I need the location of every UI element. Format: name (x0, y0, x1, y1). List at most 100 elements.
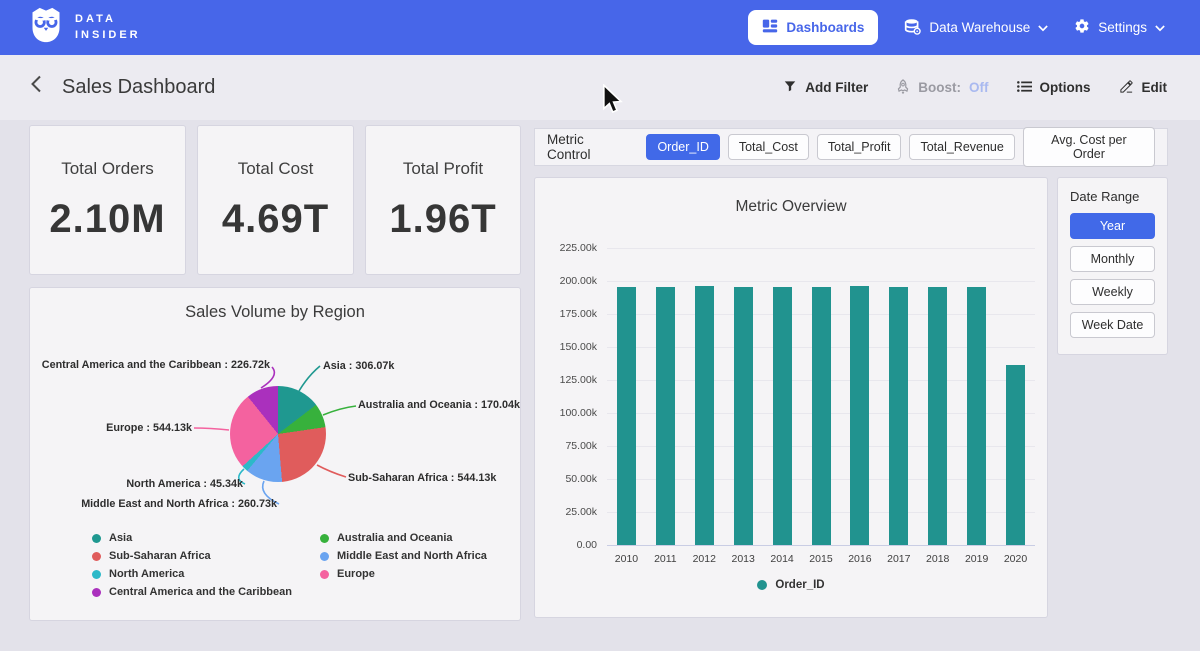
legend-dot (320, 570, 329, 579)
pie-label-europe: Europe : 544.13k (106, 422, 192, 434)
bar-2016[interactable] (850, 286, 869, 545)
nav-data-warehouse-button[interactable]: Data Warehouse (904, 18, 1048, 38)
bar-2011[interactable] (656, 287, 675, 545)
y-axis-tick: 75.00k (565, 440, 597, 452)
owl-logo-icon (28, 6, 64, 49)
bar-2015[interactable] (812, 287, 831, 545)
date-range-year-button[interactable]: Year (1070, 213, 1155, 239)
date-range-monthly-button[interactable]: Monthly (1070, 246, 1155, 272)
app-window: DATA INSIDER Dashboards (0, 0, 1200, 651)
gridline (607, 281, 1035, 282)
metric-button-total-cost[interactable]: Total_Cost (728, 134, 809, 160)
pie-legend-item: Middle East and North Africa (320, 550, 500, 562)
metric-button-avg-cost-per-order[interactable]: Avg. Cost per Order (1023, 127, 1155, 167)
bar-2014[interactable] (773, 287, 792, 545)
pie-label-north-america: North America : 45.34k (126, 478, 243, 490)
pie-legend-item: Australia and Oceania (320, 532, 500, 544)
x-axis-tick: 2020 (996, 553, 1035, 565)
kpi-value: 4.69T (222, 197, 329, 242)
pie-chart-legend: Asia Sub-Saharan Africa North America Centr… (92, 532, 500, 598)
options-button[interactable]: Options (1017, 80, 1091, 96)
edit-button[interactable]: Edit (1119, 79, 1168, 97)
pie-legend-item: Europe (320, 568, 500, 580)
bar-2019[interactable] (967, 287, 986, 545)
x-axis-tick: 2019 (957, 553, 996, 565)
y-axis-tick: 0.00 (577, 539, 597, 551)
pie-chart[interactable] (230, 386, 326, 482)
pie-label-asia: Asia : 306.07k (323, 360, 394, 372)
add-filter-button[interactable]: Add Filter (783, 79, 868, 96)
date-range-label: Date Range (1070, 189, 1155, 204)
bar-2018[interactable] (928, 287, 947, 545)
x-axis-tick: 2018 (918, 553, 957, 565)
y-axis-tick: 150.00k (560, 341, 597, 353)
y-axis-tick: 100.00k (560, 407, 597, 419)
pie-chart-title: Sales Volume by Region (30, 303, 520, 322)
options-list-icon (1017, 80, 1032, 96)
nav-data-warehouse-label: Data Warehouse (929, 20, 1030, 35)
y-axis-tick: 175.00k (560, 308, 597, 320)
legend-dot (320, 552, 329, 561)
boost-label: Boost: (918, 80, 961, 95)
kpi-value: 2.10M (49, 197, 165, 242)
legend-dot (92, 534, 101, 543)
bar-2013[interactable] (734, 287, 753, 545)
app-logo[interactable]: DATA INSIDER (28, 6, 141, 49)
legend-label: Australia and Oceania (337, 532, 453, 544)
gridline (607, 545, 1035, 546)
y-axis-tick: 50.00k (565, 473, 597, 485)
pie-label-sub-saharan-africa: Sub-Saharan Africa : 544.13k (348, 472, 496, 484)
kpi-card-total-profit: Total Profit 1.96T (366, 126, 520, 274)
legend-dot (757, 580, 767, 590)
nav-dashboards-button[interactable]: Dashboards (748, 10, 878, 45)
edit-label: Edit (1142, 80, 1168, 95)
x-axis-tick: 2011 (646, 553, 685, 565)
y-axis-tick: 200.00k (560, 275, 597, 287)
nav-settings-label: Settings (1098, 20, 1147, 35)
nav-dashboards-label: Dashboards (786, 20, 864, 35)
boost-toggle[interactable]: Boost: Off (896, 79, 988, 97)
nav-settings-button[interactable]: Settings (1074, 18, 1165, 37)
bar-chart-title: Metric Overview (535, 198, 1047, 216)
add-filter-label: Add Filter (805, 80, 868, 95)
legend-dot (320, 534, 329, 543)
x-axis-tick: 2012 (685, 553, 724, 565)
x-axis-tick: 2010 (607, 553, 646, 565)
logo-text-line2: INSIDER (75, 28, 141, 44)
legend-label: Asia (109, 532, 132, 544)
y-axis-tick: 225.00k (560, 242, 597, 254)
bar-2017[interactable] (889, 287, 908, 545)
y-axis-tick: 125.00k (560, 374, 597, 386)
metric-button-order-id[interactable]: Order_ID (646, 134, 719, 160)
rocket-icon (896, 79, 910, 97)
bar-chart-legend: Order_ID (535, 579, 1047, 591)
legend-label: Central America and the Caribbean (109, 586, 292, 598)
back-button[interactable] (30, 74, 48, 101)
chevron-down-icon (1038, 20, 1048, 35)
date-range-week-date-button[interactable]: Week Date (1070, 312, 1155, 338)
pie-label-middle-east-and-north-africa: Middle East and North Africa : 260.73k (81, 498, 277, 510)
gear-icon (1074, 18, 1090, 37)
x-axis-tick: 2015 (802, 553, 841, 565)
bar-chart-plot-area: 225.00k200.00k175.00k150.00k125.00k100.0… (607, 248, 1035, 545)
metric-button-total-profit[interactable]: Total_Profit (817, 134, 902, 160)
page-title: Sales Dashboard (62, 76, 215, 99)
date-range-weekly-button[interactable]: Weekly (1070, 279, 1155, 305)
bar-2012[interactable] (695, 286, 714, 545)
pencil-icon (1119, 79, 1134, 97)
metric-control-label: Metric Control (547, 132, 630, 162)
legend-label: North America (109, 568, 184, 580)
chevron-down-icon (1155, 20, 1165, 35)
bar-2020[interactable] (1006, 365, 1025, 545)
metric-button-total-revenue[interactable]: Total_Revenue (909, 134, 1014, 160)
kpi-label: Total Cost (238, 159, 314, 179)
legend-label: Sub-Saharan Africa (109, 550, 211, 562)
pie-legend-item: Sub-Saharan Africa (92, 550, 292, 562)
sales-volume-by-region-card: Sales Volume by Region Asia : 306.07k Au… (30, 288, 520, 620)
boost-value: Off (969, 80, 989, 95)
database-icon (904, 18, 921, 38)
top-navbar: DATA INSIDER Dashboards (0, 0, 1200, 55)
kpi-card-total-cost: Total Cost 4.69T (198, 126, 353, 274)
x-axis-tick: 2014 (763, 553, 802, 565)
bar-2010[interactable] (617, 287, 636, 545)
